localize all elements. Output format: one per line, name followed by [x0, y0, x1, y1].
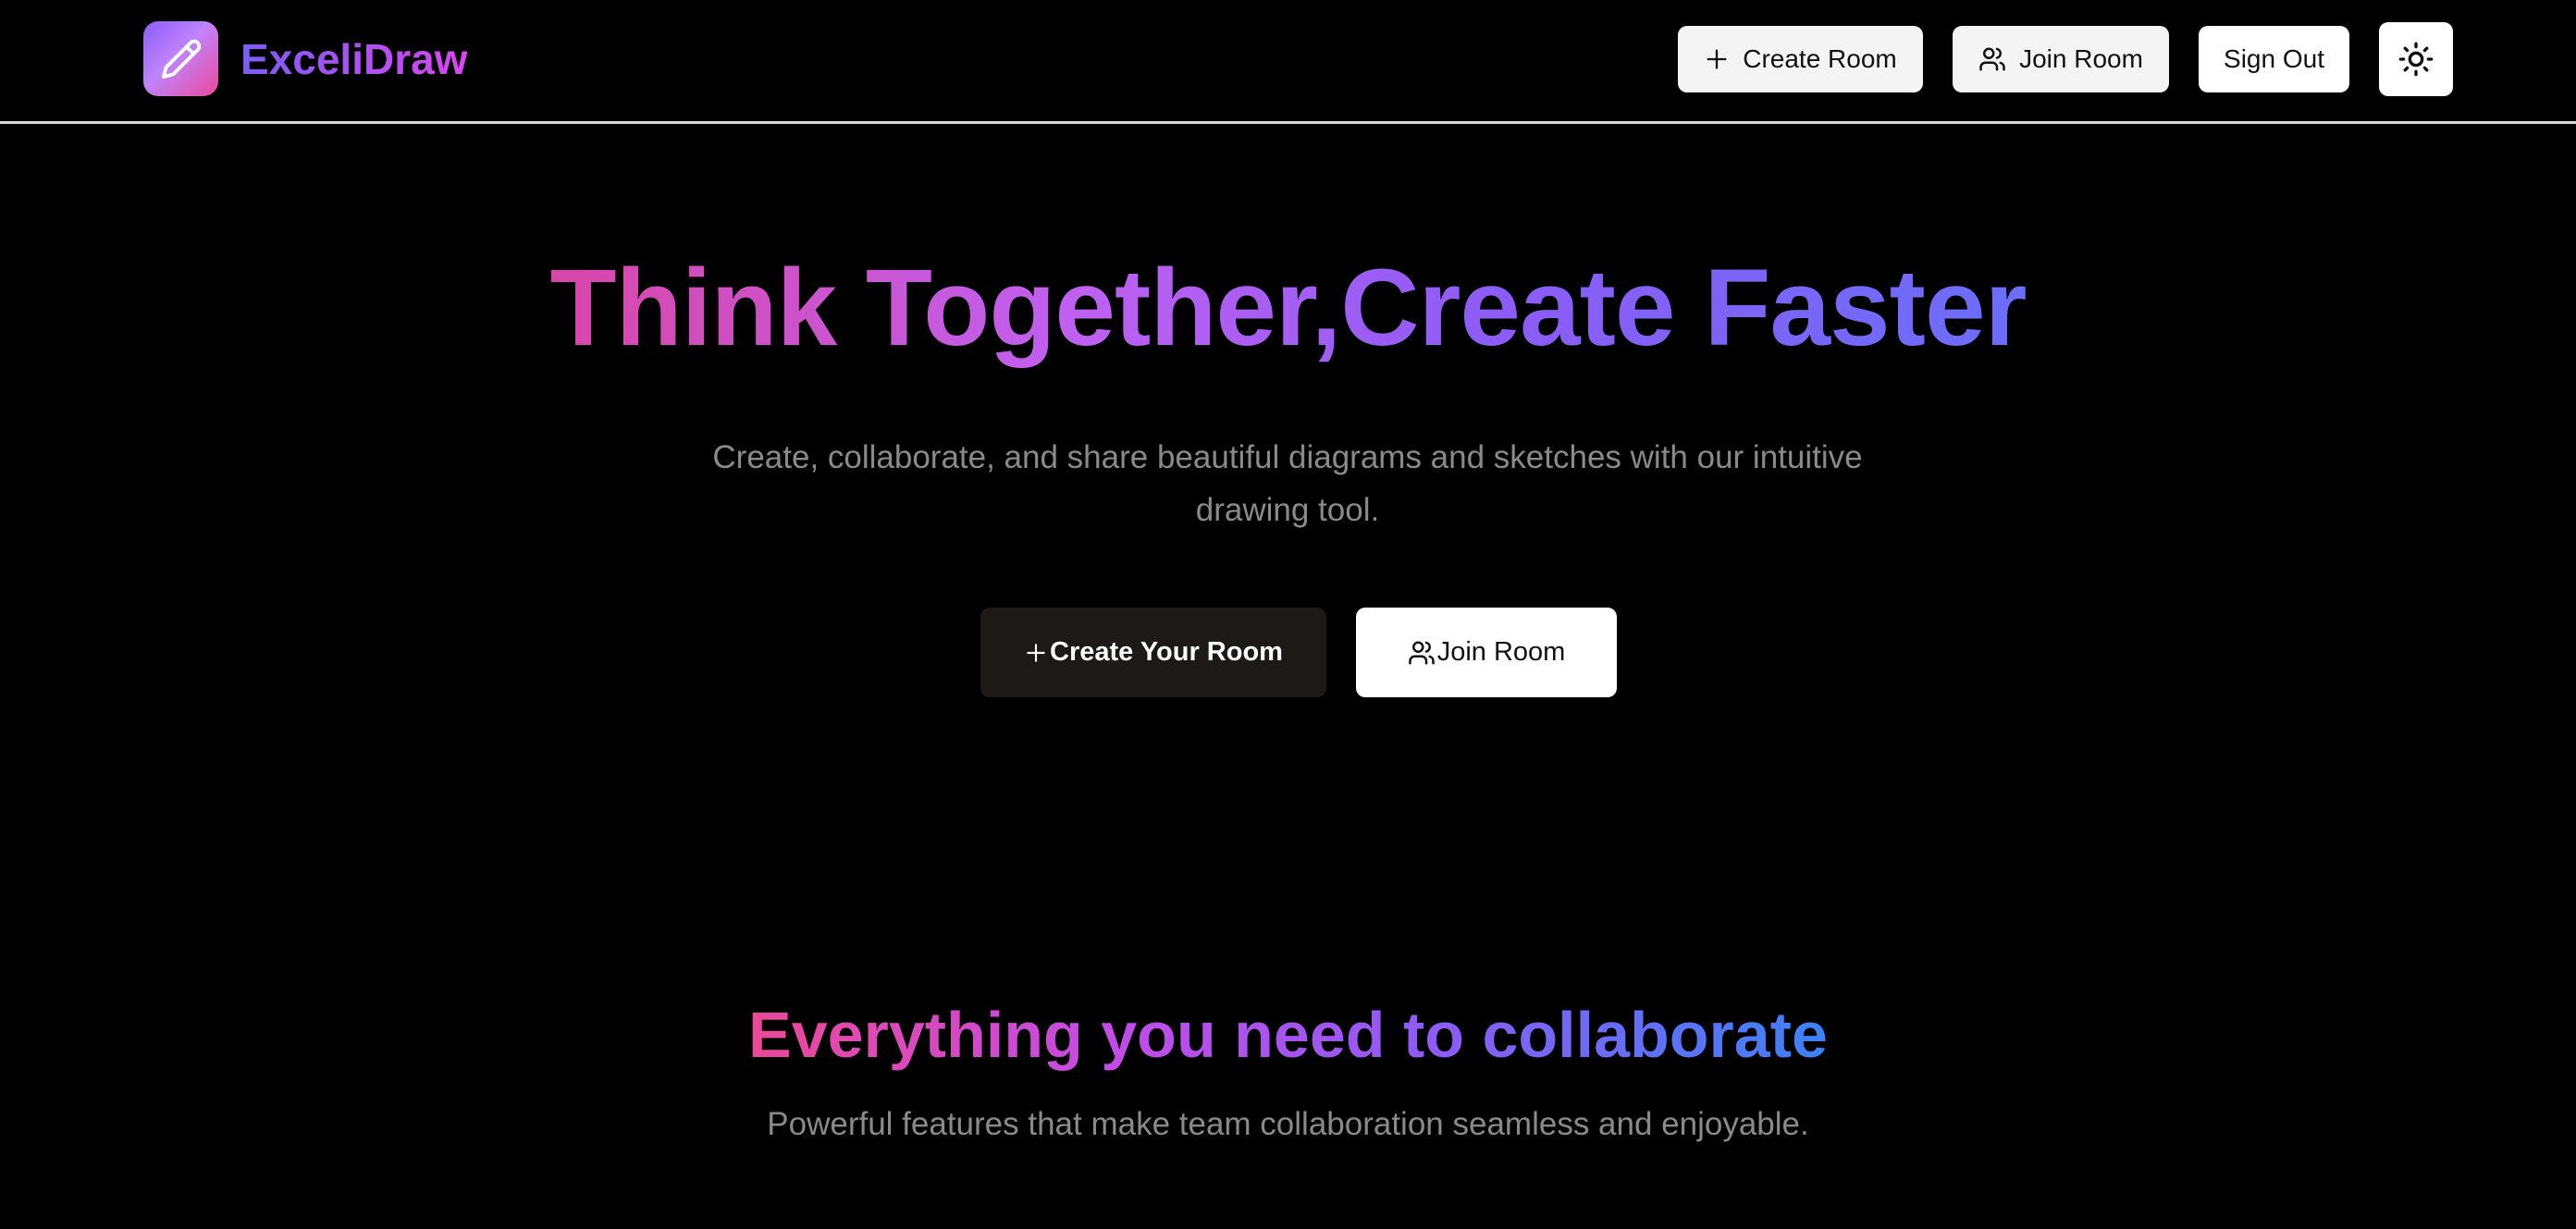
hero-title: Think Together,Create Faster: [0, 239, 2576, 377]
sign-out-button[interactable]: Sign Out: [2199, 26, 2349, 92]
landing-page: ExceliDraw Create Room Join Room Sign Ou…: [0, 0, 2576, 1229]
features-title: Everything you need to collaborate: [0, 991, 2576, 1079]
create-room-button[interactable]: Create Room: [1678, 26, 1923, 92]
create-your-room-button[interactable]: Create Your Room: [980, 608, 1326, 697]
theme-toggle-button[interactable]: [2379, 22, 2453, 96]
logo[interactable]: [143, 21, 218, 96]
users-icon: [1978, 45, 2006, 73]
users-icon: [1408, 639, 1436, 667]
sun-icon: [2397, 41, 2434, 78]
join-room-cta-label: Join Room: [1436, 637, 1566, 667]
create-room-label: Create Room: [1743, 44, 1897, 73]
create-your-room-label: Create Your Room: [1050, 637, 1283, 667]
pencil-icon: [160, 38, 203, 80]
plus-icon: [1024, 641, 1048, 665]
join-room-label: Join Room: [2019, 44, 2143, 73]
features-title-text: Everything you need to collaborate: [748, 999, 1828, 1071]
hero-title-text: Think Together,Create Faster: [549, 247, 2028, 369]
hero-subtitle: Create, collaborate, and share beautiful…: [712, 439, 1863, 528]
join-room-cta-button[interactable]: Join Room: [1356, 608, 1617, 697]
top-navbar: ExceliDraw Create Room Join Room Sign Ou…: [0, 0, 2576, 124]
join-room-button[interactable]: Join Room: [1953, 26, 2169, 92]
brand-name[interactable]: ExceliDraw: [240, 31, 467, 87]
features-subtitle: Powerful features that make team collabo…: [767, 1106, 1809, 1142]
plus-icon: [1704, 46, 1730, 72]
